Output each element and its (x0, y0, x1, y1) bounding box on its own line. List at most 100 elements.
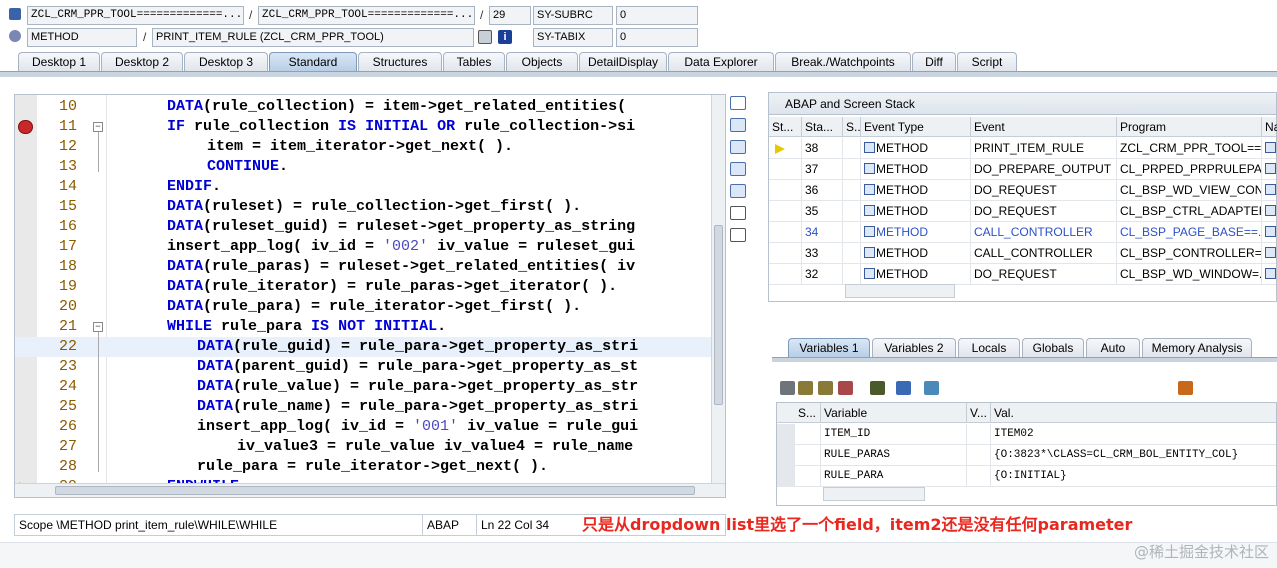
stack-horizontal-scrollbar[interactable] (845, 284, 955, 298)
tab-structures[interactable]: Structures (358, 52, 442, 72)
variable-row[interactable]: ITEM_ID ITEM02 (777, 424, 1276, 445)
floppy-save-icon[interactable] (1178, 381, 1193, 395)
tab-data-explorer[interactable]: Data Explorer (668, 52, 774, 72)
tab-locals[interactable]: Locals (958, 338, 1020, 358)
code-line[interactable]: 14 ENDIF. (15, 177, 725, 197)
editor-vertical-scrollbar[interactable] (711, 95, 725, 485)
stack-row[interactable]: 33 METHOD CALL_CONTROLLER CL_BSP_CONTROLLER… (769, 243, 1276, 264)
export-icon[interactable] (818, 381, 833, 395)
code-line[interactable]: 21 WHILE rule_para IS NOT INITIAL. − (15, 317, 725, 337)
new-window-icon[interactable] (730, 118, 746, 132)
tab-variables-2[interactable]: Variables 2 (872, 338, 956, 358)
navigate-icon[interactable] (1265, 205, 1276, 216)
swap-icon[interactable] (730, 140, 746, 154)
variable-name-cell[interactable]: RULE_PARAS (821, 445, 967, 466)
variable-value-cell[interactable]: ITEM02 (991, 424, 1277, 445)
tab-memory-analysis[interactable]: Memory Analysis (1142, 338, 1252, 358)
code-line[interactable]: 11 IF rule_collection IS INITIAL OR rule_… (15, 117, 725, 137)
sysvar1-value-field[interactable]: 0 (616, 6, 698, 25)
sort-icon[interactable] (870, 381, 885, 395)
col-header[interactable]: Na (1262, 117, 1277, 137)
navigate-icon[interactable] (1265, 142, 1276, 153)
code-line[interactable]: 16 DATA(ruleset_guid) = ruleset->get_prop… (15, 217, 725, 237)
tab-desktop-2[interactable]: Desktop 2 (101, 52, 183, 72)
code-line[interactable]: 27 iv_value3 = rule_value iv_value4 = rul… (15, 437, 725, 457)
code-line[interactable]: 26 insert_app_log( iv_id = '001' iv_value… (15, 417, 725, 437)
navigate-icon[interactable] (1265, 268, 1276, 279)
code-line[interactable]: 12 item = item_iterator->get_next( ). (15, 137, 725, 157)
variable-value-cell[interactable]: {O:3823*\CLASS=CL_CRM_BOL_ENTITY_COL} (991, 445, 1277, 466)
tab-desktop-1[interactable]: Desktop 1 (18, 52, 100, 72)
code-line[interactable]: 24 DATA(rule_value) = rule_para->get_prop… (15, 377, 725, 397)
maximize-icon[interactable] (730, 162, 746, 176)
navigate-icon[interactable] (1265, 184, 1276, 195)
stack-row[interactable]: 36 METHOD DO_REQUEST CL_BSP_WD_VIEW_CON... (769, 180, 1276, 201)
class-field[interactable]: ZCL_CRM_PPR_TOOL=============... (27, 6, 244, 25)
col-header[interactable]: Val. (991, 403, 1277, 423)
code-line[interactable]: 22 DATA(rule_guid) = rule_para->get_prope… (15, 337, 725, 357)
tools-icon[interactable] (730, 228, 746, 242)
info-icon[interactable]: i (498, 30, 512, 44)
tab-objects[interactable]: Objects (506, 52, 578, 72)
scroll-thumb[interactable] (55, 486, 695, 495)
close-icon[interactable] (730, 96, 746, 110)
col-header[interactable]: Event (971, 117, 1117, 137)
col-header[interactable]: Sta... (802, 117, 843, 137)
navigate-icon[interactable] (1265, 163, 1276, 174)
col-header[interactable]: St... (769, 117, 802, 137)
variable-value-cell[interactable]: {O:INITIAL} (991, 466, 1277, 487)
col-header[interactable]: Event Type (861, 117, 971, 137)
sysvar2-value-field[interactable]: 0 (616, 28, 698, 47)
tab-breakpoints[interactable]: Break./Watchpoints (775, 52, 911, 72)
row-selector[interactable] (777, 466, 795, 487)
stack-row[interactable]: 38 METHOD PRINT_ITEM_RULE ZCL_CRM_PPR_TOOL=… (769, 138, 1276, 159)
code-line[interactable]: 15 DATA(ruleset) = rule_collection->get_f… (15, 197, 725, 217)
tab-variables-1[interactable]: Variables 1 (788, 338, 870, 358)
type-field[interactable]: METHOD (27, 28, 137, 47)
resize-icon[interactable] (730, 184, 746, 198)
scroll-thumb[interactable] (714, 225, 723, 405)
code-line[interactable]: 19 DATA(rule_iterator) = rule_paras->get_… (15, 277, 725, 297)
headset-icon[interactable] (730, 206, 746, 220)
row-selector[interactable] (777, 424, 795, 445)
code-line[interactable]: 20 DATA(rule_para) = rule_iterator->get_f… (15, 297, 725, 317)
folder-icon[interactable] (924, 381, 939, 395)
tab-auto[interactable]: Auto (1086, 338, 1140, 358)
collapse-icon[interactable]: − (93, 322, 103, 332)
tab-tables[interactable]: Tables (443, 52, 505, 72)
col-header[interactable]: Variable (821, 403, 967, 423)
program-field[interactable]: ZCL_CRM_PPR_TOOL=============... (258, 6, 475, 25)
tab-desktop-3[interactable]: Desktop 3 (184, 52, 268, 72)
code-line[interactable]: 13 CONTINUE. (15, 157, 725, 177)
variable-name-cell[interactable]: ITEM_ID (821, 424, 967, 445)
stack-row[interactable]: 37 METHOD DO_PREPARE_OUTPUT CL_PRPED_PRPRUL… (769, 159, 1276, 180)
stack-row[interactable]: 35 METHOD DO_REQUEST CL_BSP_CTRL_ADAPTER... (769, 201, 1276, 222)
tab-script[interactable]: Script (957, 52, 1017, 72)
code-line[interactable]: 25 DATA(rule_name) = rule_para->get_prope… (15, 397, 725, 417)
tab-globals[interactable]: Globals (1022, 338, 1084, 358)
save-variant-icon[interactable] (838, 381, 853, 395)
sysvar1-name-field[interactable]: SY-SUBRC (533, 6, 613, 25)
code-line[interactable]: 23 DATA(parent_guid) = rule_para->get_pro… (15, 357, 725, 377)
tab-standard[interactable]: Standard (269, 52, 357, 72)
barcode-icon[interactable] (478, 30, 492, 44)
collapse-icon[interactable]: − (93, 122, 103, 132)
code-line[interactable]: 10 DATA(rule_collection) = item->get_rela… (15, 97, 725, 117)
variable-row[interactable]: RULE_PARA {O:INITIAL} (777, 466, 1276, 487)
col-header[interactable]: S... (795, 403, 821, 423)
breakpoint-icon[interactable] (18, 120, 33, 134)
code-line[interactable]: 18 DATA(rule_paras) = ruleset->get_relate… (15, 257, 725, 277)
navigate-icon[interactable] (1265, 247, 1276, 258)
sysvar2-name-field[interactable]: SY-TABIX (533, 28, 613, 47)
col-header[interactable]: S... (843, 117, 861, 137)
stack-row[interactable]: 34 METHOD CALL_CONTROLLER CL_BSP_PAGE_BASE=… (769, 222, 1276, 243)
navigate-icon[interactable] (896, 381, 911, 395)
delete-icon[interactable] (780, 381, 795, 395)
method-field[interactable]: PRINT_ITEM_RULE (ZCL_CRM_PPR_TOOL) (152, 28, 474, 47)
variable-name-cell[interactable]: RULE_PARA (821, 466, 967, 487)
code-line[interactable]: 28 rule_para = rule_iterator->get_next( )… (15, 457, 725, 477)
code-editor[interactable]: 10 DATA(rule_collection) = item->get_rela… (14, 94, 726, 498)
col-header[interactable]: V... (967, 403, 991, 423)
navigate-icon[interactable] (1265, 226, 1276, 237)
col-header[interactable]: Program (1117, 117, 1262, 137)
